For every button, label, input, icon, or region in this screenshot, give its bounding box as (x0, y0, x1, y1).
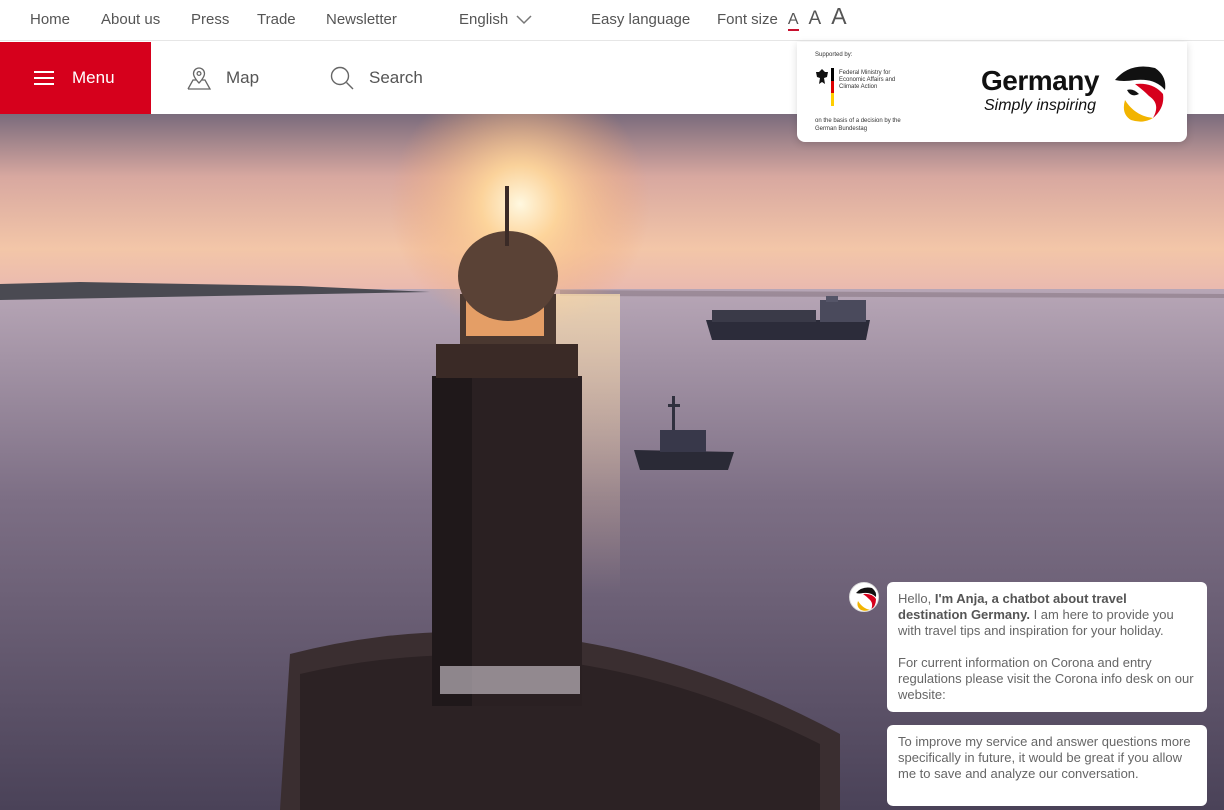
font-size-large-button[interactable]: A (831, 5, 846, 28)
ministry-label: Federal Ministry for Economic Affairs an… (839, 70, 896, 91)
chat-message-greeting: Hello, I'm Anja, a chatbot about travel … (887, 582, 1207, 712)
about-us-link[interactable]: About us (101, 11, 160, 28)
chat-message-consent: To improve my service and answer questio… (887, 725, 1207, 806)
trade-link[interactable]: Trade (257, 11, 296, 28)
brand-title[interactable]: Germany (981, 65, 1099, 97)
menu-label: Menu (72, 68, 115, 87)
hamburger-icon (34, 71, 54, 85)
map-label: Map (226, 68, 260, 87)
brand-subtitle: Simply inspiring (984, 97, 1097, 114)
newsletter-link[interactable]: Newsletter (326, 11, 397, 28)
search-label: Search (369, 68, 423, 87)
search-icon (330, 66, 354, 90)
easy-language-link[interactable]: Easy language (591, 11, 690, 28)
page: Home About us Press Trade Newsletter Eng… (0, 0, 1224, 810)
chatbot-avatar[interactable] (849, 582, 879, 612)
font-size-control: Font size A A A (717, 5, 847, 31)
language-selector[interactable]: English (459, 11, 532, 28)
supported-by-label: Supported by: (815, 52, 853, 58)
language-label: English (459, 11, 509, 28)
font-size-label: Font size (717, 11, 778, 28)
home-link[interactable]: Home (30, 11, 70, 28)
german-flag-bar (831, 68, 834, 106)
bundestag-basis-label: on the basis of a decision by the German… (815, 118, 901, 132)
logo-card: Supported by: Federal Ministry for Econo… (797, 42, 1187, 142)
federal-eagle-icon (816, 69, 828, 84)
font-size-small-button[interactable]: A (787, 12, 799, 31)
chevron-down-icon (516, 14, 532, 24)
font-size-medium-button[interactable]: A (809, 9, 822, 28)
chat-corona-text: For current information on Corona and en… (898, 655, 1194, 702)
menu-button[interactable]: Menu (0, 42, 151, 114)
chat-consent-text: To improve my service and answer questio… (898, 734, 1191, 781)
search-button[interactable]: Search (329, 42, 423, 114)
map-button[interactable]: Map (186, 42, 259, 114)
germany-brand-logo-icon[interactable] (1105, 60, 1171, 126)
map-pin-icon (187, 67, 212, 90)
chat-greeting-text: Hello, I'm Anja, a chatbot about travel … (898, 591, 1174, 638)
top-utility-bar: Home About us Press Trade Newsletter Eng… (0, 0, 1224, 41)
press-link[interactable]: Press (191, 11, 229, 28)
